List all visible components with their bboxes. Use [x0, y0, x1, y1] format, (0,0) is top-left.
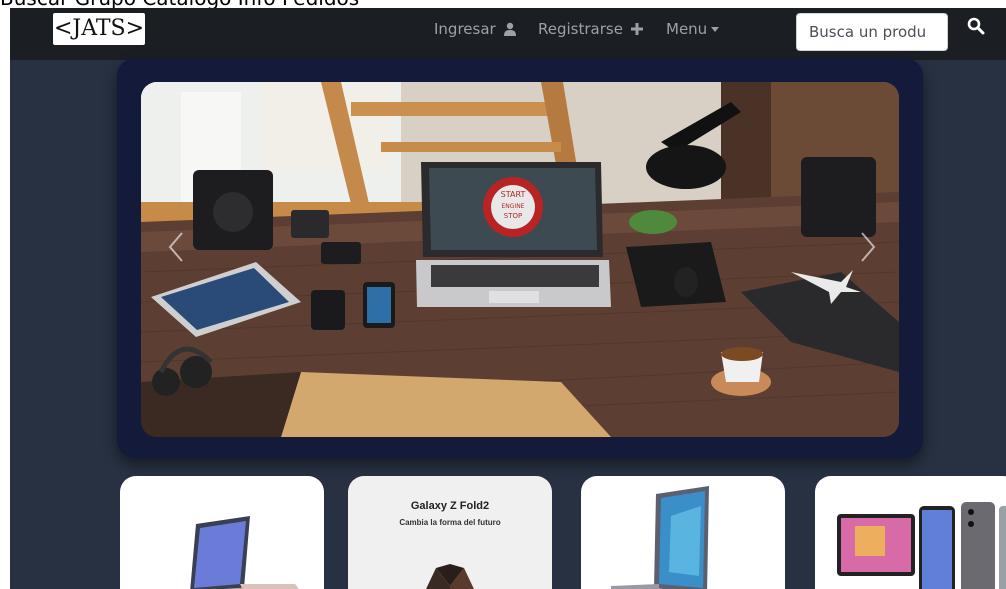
caret-down-icon [711, 26, 720, 32]
nav-login-label: Ingresar [434, 20, 496, 38]
user-icon [503, 22, 516, 36]
phones-tablet-image [837, 502, 1006, 589]
top-strip: Buscar Grupo Catalogo Info Pedidos [0, 0, 1006, 8]
chevron-right-icon [861, 231, 876, 262]
slide-sign-line-2: ENGINE [502, 203, 525, 210]
page: <JATS> Ingresar Registrarse Menu Busca u… [10, 8, 1006, 589]
carousel-prev-button[interactable] [161, 228, 191, 268]
search-icon [967, 17, 985, 34]
product-card[interactable] [120, 476, 324, 589]
slide-sign-line-3: STOP [504, 212, 522, 220]
carousel-slide-desk-photo: START ENGINE STOP [141, 82, 899, 437]
foldable-phone-image [426, 564, 474, 589]
carousel-next-button[interactable] [853, 228, 883, 268]
product-card[interactable]: Galaxy Z Fold2 Cambia la forma del futur… [348, 476, 552, 589]
product-card[interactable] [815, 476, 1006, 589]
brand-logo[interactable]: <JATS> [53, 13, 145, 45]
slide-sign-line-1: START [501, 190, 526, 199]
desk-photo-illustration: START ENGINE STOP [141, 82, 899, 437]
search-button[interactable] [966, 16, 986, 38]
page-header-text: Buscar Grupo Catalogo Info Pedidos [0, 0, 359, 8]
plus-icon [630, 23, 643, 35]
laptop-image [611, 486, 709, 589]
carousel: START ENGINE STOP [117, 58, 923, 458]
nav-menu-label: Menu [666, 20, 708, 38]
search-input[interactable] [796, 13, 948, 51]
nav-login-link[interactable]: Ingresar [434, 18, 517, 40]
laptop-image [190, 516, 299, 589]
nav-register-link[interactable]: Registrarse [538, 18, 644, 40]
navbar: <JATS> Ingresar Registrarse Menu [10, 8, 1006, 60]
nav-menu-dropdown[interactable]: Menu [666, 18, 720, 40]
product-card[interactable] [581, 476, 785, 589]
chevron-left-icon [168, 231, 183, 262]
nav-register-label: Registrarse [538, 20, 623, 38]
